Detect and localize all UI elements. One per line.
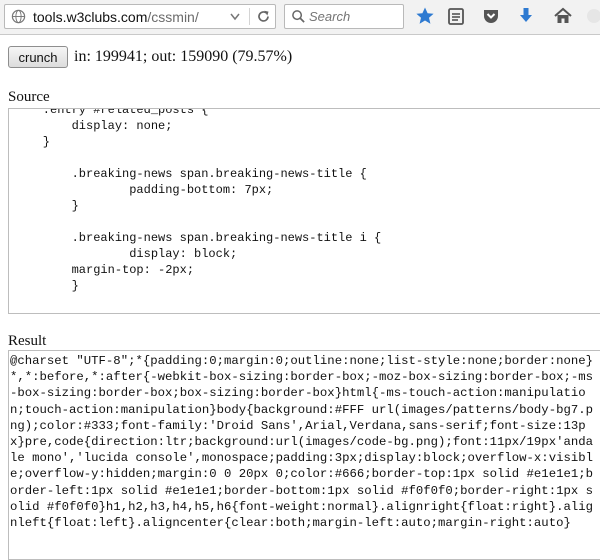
result-textarea[interactable]: @charset "UTF-8";*{padding:0;margin:0;ou… bbox=[8, 350, 600, 560]
globe-icon bbox=[11, 9, 26, 24]
result-code: @charset "UTF-8";*{padding:0;margin:0;ou… bbox=[10, 354, 593, 531]
reload-icon[interactable] bbox=[255, 8, 272, 25]
bookmark-star-icon[interactable] bbox=[415, 6, 435, 26]
address-url[interactable]: tools.w3clubs.com/cssmin/ bbox=[33, 9, 199, 25]
search-icon bbox=[292, 10, 305, 23]
url-domain: tools.w3clubs.com bbox=[33, 9, 148, 25]
source-textarea[interactable]: .entry #related_posts { display: none; }… bbox=[8, 108, 600, 314]
source-code: .entry #related_posts { display: none; }… bbox=[42, 108, 382, 293]
download-icon[interactable] bbox=[516, 6, 536, 26]
result-label: Result bbox=[8, 333, 47, 349]
compression-stats: in: 199941; out: 159090 (79.57%) bbox=[74, 48, 293, 65]
search-input[interactable] bbox=[309, 8, 399, 25]
pocket-icon[interactable] bbox=[481, 6, 501, 26]
home-icon[interactable] bbox=[553, 6, 573, 26]
overflow-icon[interactable] bbox=[584, 6, 600, 26]
url-path: /cssmin/ bbox=[147, 9, 199, 25]
address-bar-separator bbox=[249, 8, 250, 25]
source-label: Source bbox=[8, 89, 50, 105]
search-bar[interactable] bbox=[284, 4, 404, 29]
browser-toolbar: tools.w3clubs.com/cssmin/ bbox=[0, 0, 600, 35]
address-bar[interactable]: tools.w3clubs.com/cssmin/ bbox=[4, 4, 276, 29]
reading-list-icon[interactable] bbox=[446, 6, 466, 26]
chevron-down-icon[interactable] bbox=[227, 8, 243, 25]
crunch-button[interactable]: crunch bbox=[8, 46, 68, 68]
